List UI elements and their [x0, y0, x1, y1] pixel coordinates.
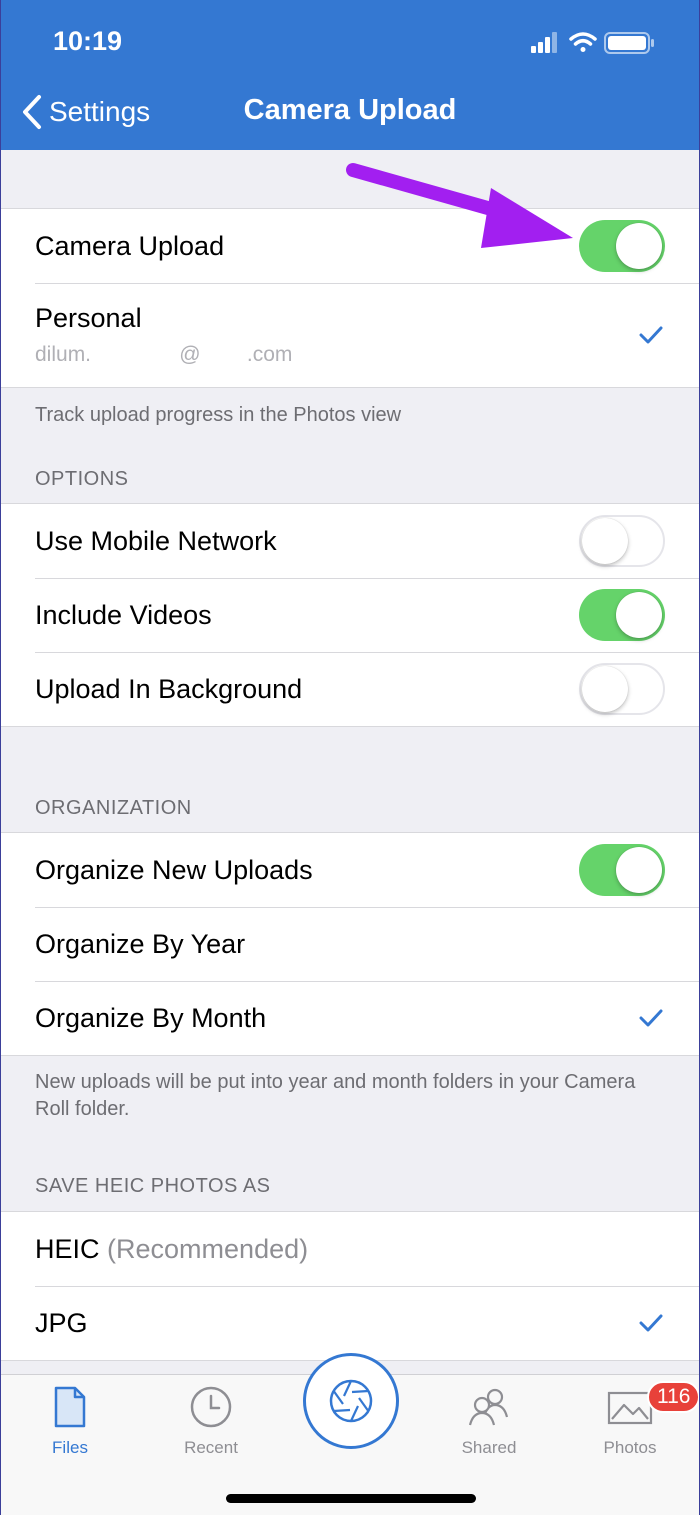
checkmark-icon: [639, 1314, 663, 1332]
shared-people-icon: [468, 1388, 509, 1426]
organize-new-uploads-row: Organize New Uploads: [1, 833, 699, 907]
camera-shutter-icon: [329, 1379, 373, 1423]
toggle-knob: [616, 223, 662, 269]
page-title: Camera Upload: [243, 94, 457, 126]
toggle-knob: [582, 666, 628, 712]
heic-section-header: SAVE HEIC PHOTOS AS: [35, 1175, 271, 1197]
options-group: Use Mobile Network Include Videos Upload…: [1, 503, 699, 727]
include-videos-row: Include Videos: [1, 578, 699, 652]
toggle-knob: [582, 518, 628, 564]
account-name: Personal: [35, 303, 142, 333]
camera-upload-footnote: Track upload progress in the Photos view: [35, 404, 402, 426]
navigation-header: 10:19 Settings Camera Upload: [1, 0, 699, 150]
heic-label: HEIC: [35, 1233, 100, 1264]
checkmark-icon: [639, 326, 663, 344]
organize-new-uploads-toggle[interactable]: [579, 844, 665, 896]
camera-upload-button[interactable]: [303, 1353, 399, 1449]
upload-background-label: Upload In Background: [35, 673, 303, 704]
tab-photos-label: Photos: [603, 1438, 657, 1457]
app-screen: 10:19 Settings Camera Upload Camera Uplo…: [0, 0, 700, 1515]
file-icon: [54, 1386, 86, 1428]
include-videos-toggle[interactable]: [579, 589, 665, 641]
annotation-arrow-icon: [346, 163, 573, 248]
checkmark-icon: [639, 1009, 663, 1027]
tab-files-label: Files: [52, 1438, 88, 1457]
organize-by-month-row[interactable]: Organize By Month: [1, 981, 699, 1055]
organize-new-uploads-label: Organize New Uploads: [35, 854, 313, 885]
camera-upload-label: Camera Upload: [35, 230, 225, 261]
wifi-icon: [569, 32, 597, 52]
heic-group: HEIC (Recommended) JPG: [1, 1211, 699, 1361]
status-icons: [531, 28, 661, 58]
organization-section-header: ORGANIZATION: [35, 797, 192, 819]
toggle-knob: [616, 847, 662, 893]
jpg-row[interactable]: JPG: [1, 1286, 699, 1360]
mobile-network-toggle[interactable]: [579, 515, 665, 567]
cellular-signal-icon: [531, 32, 557, 53]
include-videos-label: Include Videos: [35, 599, 212, 630]
account-email: dilum. @ .com: [35, 343, 293, 366]
organize-by-year-label: Organize By Year: [35, 928, 246, 959]
account-row-personal[interactable]: Personal dilum. @ .com: [1, 283, 699, 387]
toggle-knob: [616, 592, 662, 638]
tab-files[interactable]: Files: [10, 1385, 130, 1458]
tab-recent-label: Recent: [184, 1438, 238, 1457]
tab-recent[interactable]: Recent: [151, 1385, 271, 1458]
heic-row[interactable]: HEIC (Recommended): [1, 1212, 699, 1286]
organize-by-year-row[interactable]: Organize By Year: [1, 907, 699, 981]
clock-icon: [190, 1386, 232, 1428]
organize-by-month-label: Organize By Month: [35, 1002, 267, 1033]
home-indicator: [226, 1494, 476, 1503]
upload-background-toggle[interactable]: [579, 663, 665, 715]
tab-shared-label: Shared: [461, 1438, 517, 1457]
jpg-label: JPG: [35, 1307, 88, 1338]
tab-shared[interactable]: Shared: [429, 1385, 549, 1458]
camera-upload-toggle[interactable]: [579, 220, 665, 272]
upload-background-row: Upload In Background: [1, 652, 699, 726]
organization-group: Organize New Uploads Organize By Year Or…: [1, 832, 699, 1056]
mobile-network-row: Use Mobile Network: [1, 504, 699, 578]
organization-footnote: New uploads will be put into year and mo…: [35, 1071, 636, 1120]
heic-recommended-note: (Recommended): [107, 1233, 309, 1264]
status-time: 10:19: [53, 26, 123, 56]
options-section-header: OPTIONS: [35, 468, 129, 490]
photos-badge: 116: [647, 1381, 699, 1413]
battery-icon: [604, 32, 654, 54]
mobile-network-label: Use Mobile Network: [35, 525, 277, 556]
heic-option-label: HEIC (Recommended): [35, 1234, 308, 1265]
